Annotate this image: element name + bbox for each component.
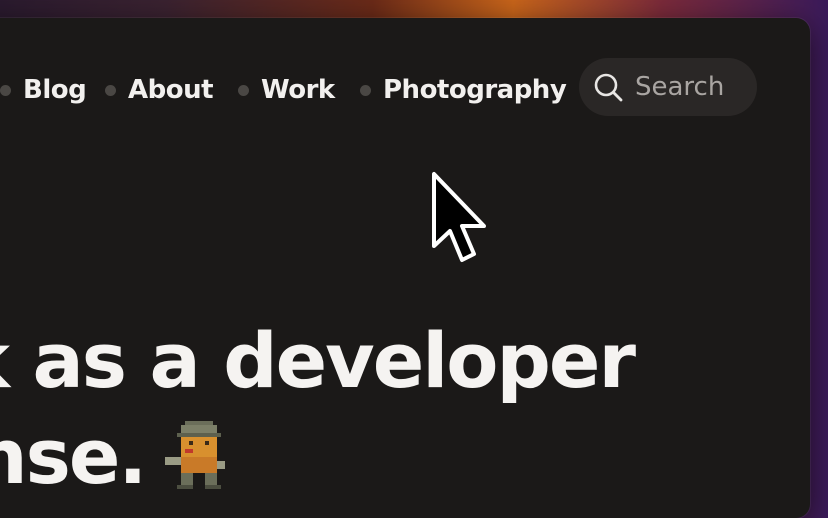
hero-line-2: ense. <box>0 409 634 505</box>
nav-item-about[interactable]: About <box>105 70 214 110</box>
nav-item-label: Work <box>261 75 335 105</box>
browser-window: Blog About Work Photography Search rk as… <box>0 18 810 518</box>
pixel-character-icon <box>165 421 226 489</box>
nav-dot-icon <box>0 84 11 96</box>
nav-dot-icon <box>238 84 249 96</box>
nav-item-photography[interactable]: Photography <box>360 70 567 110</box>
search-button[interactable]: Search <box>579 58 757 116</box>
mouse-pointer-icon <box>432 172 486 262</box>
hero-line-1: rk as a developer <box>0 316 636 405</box>
nav-item-label: About <box>128 75 214 105</box>
search-label: Search <box>635 72 725 102</box>
nav-dot-icon <box>360 84 371 96</box>
top-navigation: Blog About Work Photography Search <box>0 18 810 158</box>
nav-item-blog[interactable]: Blog <box>0 70 87 110</box>
nav-dot-icon <box>105 84 116 96</box>
nav-item-label: Photography <box>383 75 567 105</box>
search-icon <box>594 73 623 102</box>
hero-heading: rk as a developer ense. <box>0 313 670 505</box>
hero-line-2-text: ense. <box>0 412 147 501</box>
nav-item-label: Blog <box>23 75 87 105</box>
nav-item-work[interactable]: Work <box>238 70 335 110</box>
